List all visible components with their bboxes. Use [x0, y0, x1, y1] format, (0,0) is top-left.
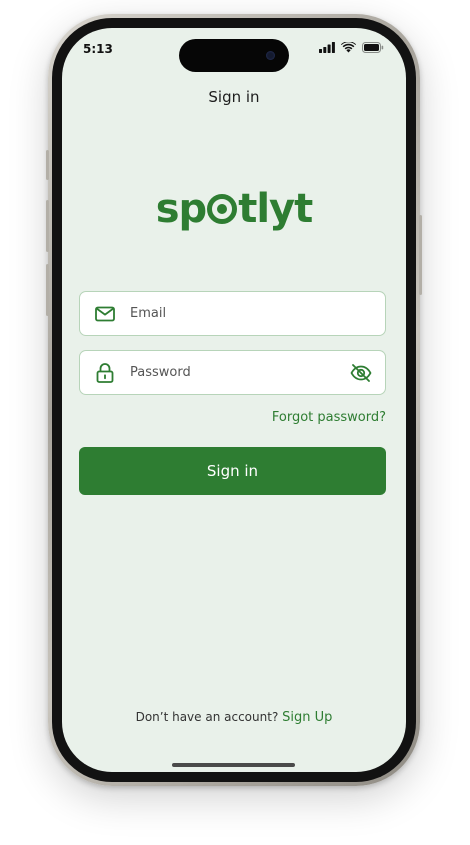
- email-input[interactable]: [128, 291, 385, 336]
- status-time: 5:13: [83, 42, 113, 56]
- status-icons: [319, 42, 384, 53]
- power-button: [419, 215, 422, 295]
- mail-icon: [94, 303, 116, 325]
- password-input[interactable]: [128, 350, 349, 395]
- sign-up-link[interactable]: Sign Up: [282, 710, 332, 725]
- sign-in-button[interactable]: Sign in: [79, 447, 386, 495]
- page-title: Sign in: [208, 88, 260, 106]
- signup-prompt-text: Don’t have an account?: [135, 710, 279, 724]
- device-mockup: 5:13 Sign in sp tlyt Email Forgot passwo…: [0, 0, 470, 845]
- wifi-icon: [341, 42, 356, 53]
- logo-target-icon: [207, 194, 238, 224]
- dynamic-island: [179, 39, 289, 72]
- cellular-signal-icon: [319, 42, 335, 53]
- eye-off-icon[interactable]: [349, 361, 373, 385]
- app-screen: 5:13 Sign in sp tlyt Email Forgot passwo…: [62, 28, 406, 772]
- email-field[interactable]: [79, 291, 386, 336]
- action-button: [46, 150, 49, 180]
- volume-up-button: [46, 200, 49, 252]
- forgot-password-link[interactable]: Forgot password?: [272, 410, 386, 425]
- logo-text-start: sp: [155, 186, 207, 232]
- front-camera: [266, 51, 275, 60]
- signup-prompt-row: Don’t have an account? Sign Up: [62, 710, 406, 725]
- battery-icon: [362, 42, 384, 53]
- logo-text-end: tlyt: [238, 186, 313, 232]
- lock-icon: [94, 362, 116, 384]
- password-field[interactable]: [79, 350, 386, 395]
- spotlyt-logo: sp tlyt: [62, 186, 406, 232]
- home-indicator[interactable]: [172, 763, 295, 767]
- volume-down-button: [46, 264, 49, 316]
